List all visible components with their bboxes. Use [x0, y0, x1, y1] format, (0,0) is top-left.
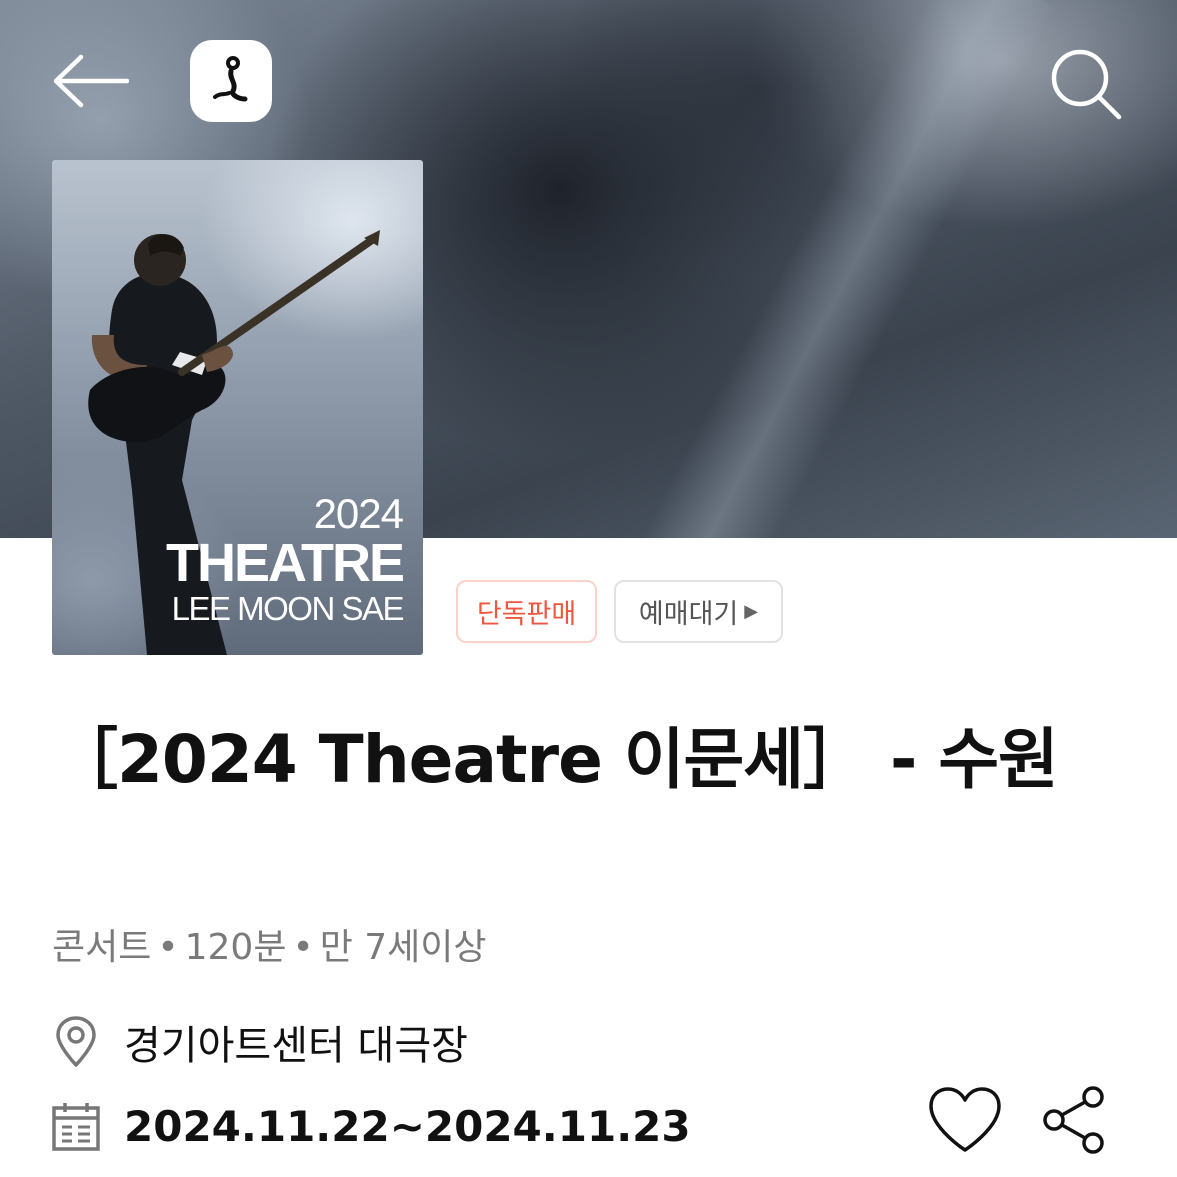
heart-icon [929, 1087, 1001, 1152]
event-poster[interactable]: 2024 THEATRE LEE MOON SAE [52, 160, 423, 655]
calendar-icon [52, 1099, 100, 1153]
event-age-rating: 만 7세이상 [319, 927, 487, 968]
app-logo[interactable] [190, 40, 272, 122]
arrow-left-icon [53, 54, 129, 108]
app-logo-icon [213, 56, 248, 102]
booking-waitlist-button[interactable]: 예매대기 ▶ [614, 580, 783, 643]
poster-title: THEATRE [166, 533, 405, 593]
exclusive-sale-label: 단독판매 [476, 599, 577, 630]
event-duration: 120분 [184, 927, 287, 968]
venue-row[interactable]: 경기아트센터 대극장 [52, 1012, 468, 1072]
hero-blur [622, 0, 1058, 538]
search-icon [1051, 49, 1122, 120]
event-meta: 콘서트 • 120분 • 만 7세이상 [52, 918, 487, 970]
meta-separator: • [157, 927, 179, 968]
share-icon [1043, 1086, 1104, 1154]
share-button[interactable] [1038, 1080, 1110, 1160]
venue-name: 경기아트센터 대극장 [124, 1023, 468, 1069]
chevron-right-icon: ▶ [744, 601, 759, 622]
poster-artist: LEE MOON SAE [171, 590, 405, 627]
search-button[interactable] [1044, 44, 1128, 124]
booking-waitlist-label: 예매대기 [638, 599, 739, 630]
like-button[interactable] [926, 1080, 1004, 1160]
event-dates: 2024.11.22~2024.11.23 [124, 1101, 691, 1151]
date-row: 2024.11.22~2024.11.23 [52, 1096, 691, 1156]
exclusive-sale-badge: 단독판매 [456, 580, 597, 643]
back-button[interactable] [48, 48, 132, 114]
poster-year: 2024 [313, 490, 404, 537]
meta-separator: • [292, 927, 314, 968]
event-genre: 콘서트 [52, 927, 152, 968]
location-pin-icon [52, 1015, 100, 1069]
event-title: ［2024 Theatre 이문세］ - 수원 [52, 721, 1059, 798]
